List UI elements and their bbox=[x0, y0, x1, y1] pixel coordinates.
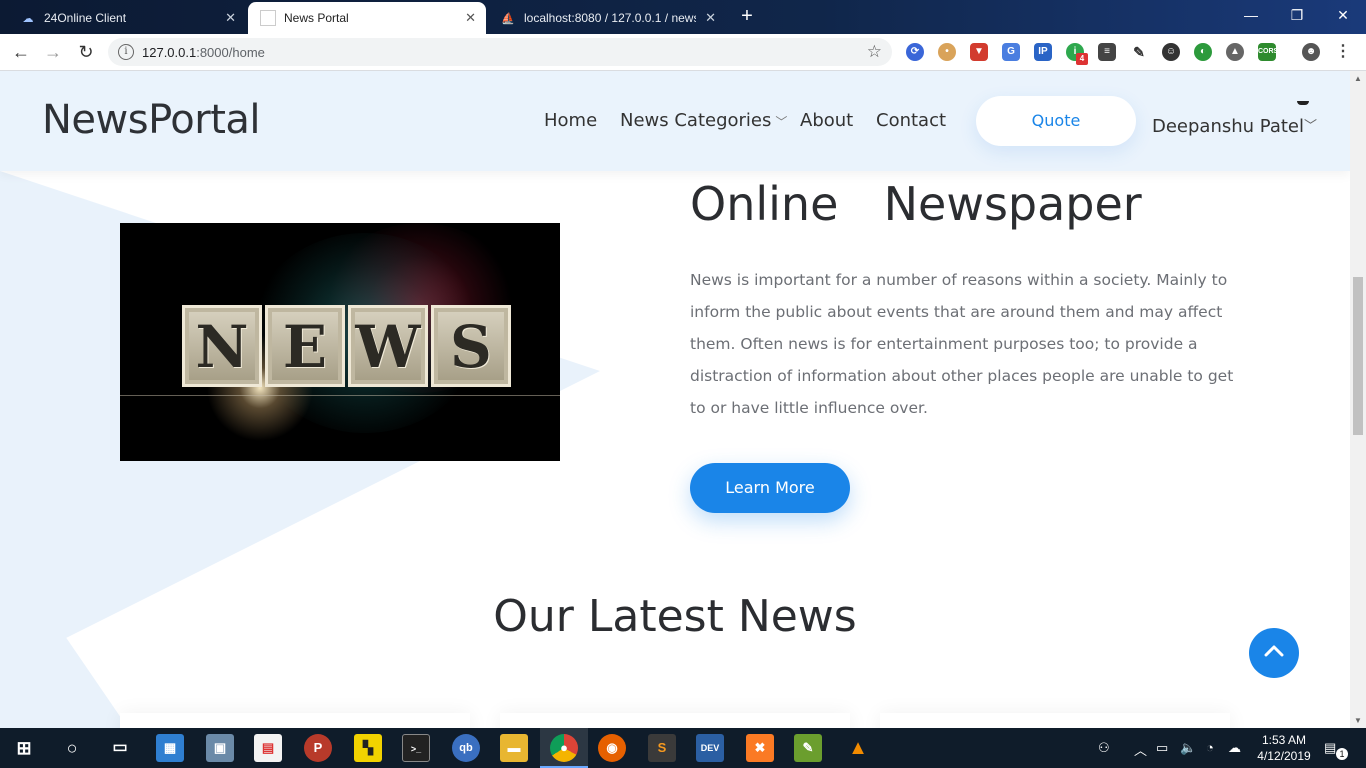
info-icon[interactable]: i bbox=[118, 44, 134, 60]
latest-news-title: Our Latest News bbox=[493, 591, 857, 642]
notepad-plus-icon[interactable]: ✎ bbox=[794, 734, 822, 762]
learn-more-button[interactable]: Learn More bbox=[690, 463, 850, 513]
people-icon[interactable]: ⚇ bbox=[1098, 740, 1110, 756]
tab-24online-client[interactable]: ☁ 24Online Client ✕ bbox=[8, 2, 246, 34]
extension-pen-icon[interactable]: ✎ bbox=[1130, 43, 1148, 61]
extension-tool-icon[interactable]: ≡ bbox=[1098, 43, 1116, 61]
chrome-icon[interactable]: ● bbox=[550, 734, 578, 762]
onedrive-icon[interactable]: ☁ bbox=[1228, 740, 1241, 756]
user-indicator bbox=[1297, 101, 1309, 105]
nav-about[interactable]: About bbox=[800, 110, 853, 131]
browser-tab-strip: ☁ 24Online Client ✕ News Portal ✕ ⛵ loca… bbox=[0, 0, 1366, 34]
site-logo[interactable]: NewsPortal bbox=[42, 97, 261, 143]
action-center-icon[interactable]: ▤ bbox=[1324, 740, 1336, 756]
clock-time: 1:53 AM bbox=[1261, 733, 1307, 747]
close-tab-icon[interactable]: ✕ bbox=[225, 10, 236, 26]
site-header: NewsPortal Home News Categories ﹀ About C… bbox=[0, 71, 1350, 171]
tab-title: 24Online Client bbox=[44, 11, 127, 25]
news-card[interactable] bbox=[500, 713, 850, 728]
notification-count-badge: 1 bbox=[1336, 748, 1348, 760]
sticky-notes-icon[interactable]: ▚ bbox=[354, 734, 382, 762]
browser-toolbar: ← → ↻ i 127.0.0.1:8000/home ☆ ⟳ • ▼ G IP… bbox=[0, 34, 1366, 71]
page-viewport: NewsPortal Home News Categories ﹀ About C… bbox=[0, 71, 1350, 728]
close-window-button[interactable]: ✕ bbox=[1320, 0, 1366, 30]
extension-translate-icon[interactable]: G bbox=[1002, 43, 1020, 61]
nav-contact[interactable]: Contact bbox=[876, 110, 946, 131]
page-icon bbox=[260, 10, 276, 26]
image-letter-block: S bbox=[431, 305, 511, 387]
chevron-up-icon bbox=[1264, 645, 1284, 657]
scroll-down-arrow-icon[interactable]: ▼ bbox=[1354, 716, 1362, 725]
forward-icon[interactable]: → bbox=[41, 41, 65, 65]
phpmyadmin-icon: ⛵ bbox=[501, 12, 515, 25]
menu-kebab-icon[interactable]: ⋮ bbox=[1334, 43, 1352, 61]
clock-date: 4/12/2019 bbox=[1257, 749, 1311, 763]
close-tab-icon[interactable]: ✕ bbox=[705, 10, 716, 26]
chevron-down-icon: ﹀ bbox=[775, 115, 788, 129]
terminal-icon[interactable]: >_ bbox=[402, 734, 430, 762]
file-explorer-app-icon[interactable]: ▦ bbox=[156, 734, 184, 762]
wifi-icon[interactable]: ◔ bbox=[1206, 740, 1214, 755]
back-icon[interactable]: ← bbox=[9, 41, 33, 65]
news-card[interactable] bbox=[880, 713, 1230, 728]
show-hidden-icons[interactable]: ︿ bbox=[1134, 740, 1147, 759]
extension-badge-count: 4 bbox=[1076, 53, 1088, 65]
extension-drive-icon[interactable]: ▲ bbox=[1226, 43, 1244, 61]
store-icon[interactable]: ▤ bbox=[254, 734, 282, 762]
control-panel-icon[interactable]: ▣ bbox=[206, 734, 234, 762]
windows-start-icon[interactable]: ⊞ bbox=[10, 734, 38, 762]
nav-news-categories[interactable]: News Categories ﹀ bbox=[620, 110, 787, 131]
extension-cors-icon[interactable]: CORS bbox=[1258, 43, 1278, 61]
restore-button[interactable]: ❐ bbox=[1274, 0, 1320, 30]
scrollbar-thumb[interactable] bbox=[1353, 277, 1363, 435]
scroll-to-top-button[interactable] bbox=[1249, 628, 1299, 678]
news-hero-image: N E W S bbox=[120, 223, 560, 461]
volume-icon[interactable]: 🔈 bbox=[1180, 740, 1196, 756]
tab-title: News Portal bbox=[284, 11, 349, 25]
battery-icon[interactable]: ▭ bbox=[1156, 740, 1168, 756]
bookmark-star-icon[interactable]: ☆ bbox=[867, 42, 882, 62]
tab-phpmyadmin[interactable]: ⛵ localhost:8080 / 127.0.0.1 / newsp ✕ bbox=[488, 2, 726, 34]
news-card[interactable] bbox=[120, 713, 470, 728]
cloud-icon: ☁ bbox=[22, 12, 34, 25]
task-view-icon[interactable]: ▭ bbox=[106, 734, 134, 762]
address-bar[interactable]: i 127.0.0.1:8000/home ☆ bbox=[108, 38, 892, 66]
xampp-icon[interactable]: ✖ bbox=[746, 734, 774, 762]
tab-title: localhost:8080 / 127.0.0.1 / newsp bbox=[524, 11, 696, 25]
vlc-icon[interactable]: ▲ bbox=[844, 734, 872, 762]
firefox-icon[interactable]: ◉ bbox=[598, 734, 626, 762]
folder-icon[interactable]: ▬ bbox=[500, 734, 528, 762]
scroll-up-arrow-icon[interactable]: ▲ bbox=[1354, 74, 1362, 83]
extension-sync-icon[interactable]: ⟳ bbox=[906, 43, 924, 61]
dev-cpp-icon[interactable]: DEV bbox=[696, 734, 724, 762]
cortana-search-icon[interactable]: ○ bbox=[58, 734, 86, 762]
extension-face-icon[interactable]: ☺ bbox=[1162, 43, 1180, 61]
windows-taskbar: ⊞ ○ ▭ ▦ ▣ ▤ P ▚ >_ qb ▬ ● ◉ S DEV ✖ ✎ ▲ … bbox=[0, 728, 1366, 768]
image-letter-block: N bbox=[182, 305, 262, 387]
user-name[interactable]: Deepanshu Patel bbox=[1152, 116, 1304, 137]
image-letter-block: W bbox=[348, 305, 428, 387]
reload-icon[interactable]: ↻ bbox=[74, 41, 98, 65]
quote-button[interactable]: Quote bbox=[976, 96, 1136, 146]
new-tab-button[interactable]: + bbox=[736, 6, 758, 28]
tab-news-portal[interactable]: News Portal ✕ bbox=[248, 2, 486, 34]
page-scrollbar[interactable]: ▲ ▼ bbox=[1350, 71, 1366, 728]
hero-title: Online Newspaper bbox=[690, 177, 1142, 231]
nav-home[interactable]: Home bbox=[544, 110, 597, 131]
extension-shield-icon[interactable]: ▼ bbox=[970, 43, 988, 61]
image-letter-block: E bbox=[265, 305, 345, 387]
hero-description: News is important for a number of reason… bbox=[690, 271, 1234, 417]
system-clock[interactable]: 1:53 AM 4/12/2019 bbox=[1254, 732, 1314, 764]
minimize-button[interactable]: — bbox=[1228, 0, 1274, 30]
profile-avatar-icon[interactable]: ☻ bbox=[1302, 43, 1320, 61]
extension-ip-icon[interactable]: IP bbox=[1034, 43, 1052, 61]
close-tab-icon[interactable]: ✕ bbox=[465, 10, 476, 26]
extension-cookie-icon[interactable]: • bbox=[938, 43, 956, 61]
sublime-text-icon[interactable]: S bbox=[648, 734, 676, 762]
chevron-down-icon[interactable]: ﹀ bbox=[1304, 115, 1317, 134]
qbittorrent-icon[interactable]: qb bbox=[452, 734, 480, 762]
url-text[interactable]: 127.0.0.1:8000/home bbox=[142, 45, 265, 60]
extension-globe-icon[interactable]: ◐ bbox=[1194, 43, 1212, 61]
app-p-icon[interactable]: P bbox=[304, 734, 332, 762]
